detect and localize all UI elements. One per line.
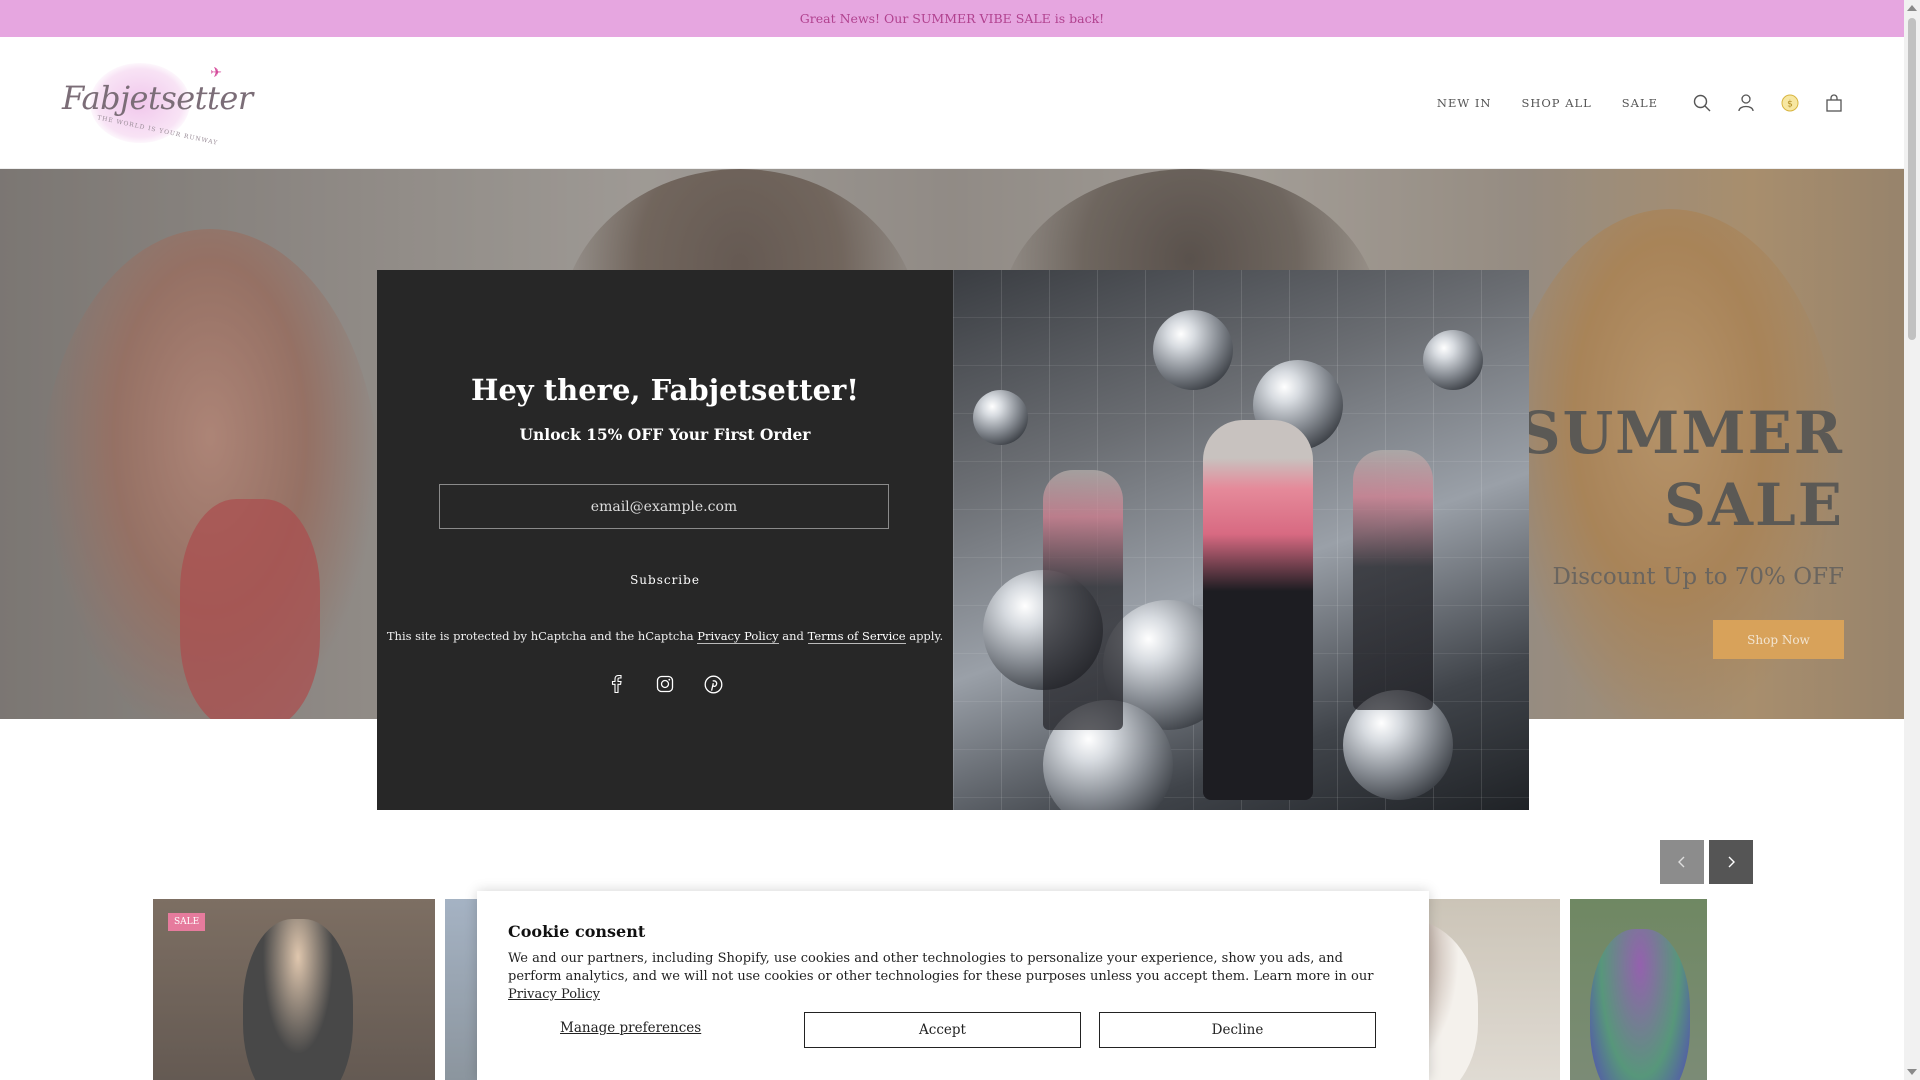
social-links — [377, 673, 953, 695]
page-scrollbar[interactable] — [1904, 0, 1920, 1080]
account-icon[interactable] — [1736, 93, 1756, 113]
announcement-bar: Great News! Our SUMMER VIBE SALE is back… — [0, 0, 1904, 37]
legal-suffix: apply. — [909, 629, 944, 643]
subscribe-button[interactable]: Subscribe — [577, 567, 753, 593]
mirror-reflection — [1043, 470, 1123, 730]
hero-subtitle: Discount Up to 70% OFF — [1552, 564, 1844, 590]
nav-link-new-in[interactable]: NEW IN — [1437, 96, 1492, 110]
disco-ball — [1423, 330, 1483, 390]
terms-of-service-link[interactable]: Terms of Service — [807, 629, 906, 644]
site-header: Fabjetsetter ✈ THE WORLD IS YOUR RUNWAY … — [0, 37, 1904, 169]
email-field[interactable] — [439, 484, 889, 529]
cookie-consent-banner: Cookie consent We and our partners, incl… — [477, 891, 1429, 1080]
decline-button[interactable]: Decline — [1099, 1012, 1376, 1048]
newsletter-popup: Hey there, Fabjetsetter! Unlock 15% OFF … — [377, 270, 1529, 810]
bag-icon[interactable] — [1824, 93, 1844, 113]
disco-ball — [973, 390, 1028, 445]
popup-content: Hey there, Fabjetsetter! Unlock 15% OFF … — [377, 270, 953, 810]
privacy-policy-link[interactable]: Privacy Policy — [697, 629, 779, 644]
captcha-legal-text: This site is protected by hCaptcha and t… — [377, 629, 953, 644]
accept-button[interactable]: Accept — [804, 1012, 1081, 1048]
cookie-privacy-link[interactable]: Privacy Policy — [508, 987, 600, 1002]
carousel-controls — [1660, 840, 1758, 884]
cookie-body: We and our partners, including Shopify, … — [508, 950, 1388, 1004]
scroll-up-arrow-icon[interactable] — [1907, 5, 1917, 11]
scroll-down-arrow-icon[interactable] — [1907, 1069, 1917, 1075]
popup-image — [953, 270, 1529, 810]
popup-model — [1203, 420, 1313, 800]
nav-link-sale[interactable]: SALE — [1622, 96, 1658, 110]
legal-and: and — [782, 629, 804, 643]
shop-now-button[interactable]: Shop Now — [1713, 620, 1844, 659]
nav-link-shop-all[interactable]: SHOP ALL — [1521, 96, 1591, 110]
search-icon[interactable] — [1692, 93, 1712, 113]
scrollbar-thumb[interactable] — [1908, 18, 1916, 340]
currency-icon[interactable]: $ — [1780, 93, 1800, 113]
logo[interactable]: Fabjetsetter ✈ THE WORLD IS YOUR RUNWAY — [62, 57, 253, 151]
instagram-icon[interactable] — [654, 673, 676, 695]
cookie-title: Cookie consent — [508, 922, 646, 941]
main-nav: NEW IN SHOP ALL SALE $ — [1407, 93, 1844, 113]
popup-heading: Hey there, Fabjetsetter! — [470, 373, 860, 407]
carousel-prev-button[interactable] — [1660, 840, 1704, 884]
manage-preferences-button[interactable]: Manage preferences — [560, 1020, 701, 1036]
facebook-icon[interactable] — [606, 673, 628, 695]
pinterest-icon[interactable] — [702, 673, 724, 695]
carousel-next-button[interactable] — [1709, 840, 1753, 884]
chevron-right-icon — [1728, 856, 1735, 868]
announcement-text[interactable]: Great News! Our SUMMER VIBE SALE is back… — [800, 11, 1104, 26]
svg-text:$: $ — [1787, 99, 1793, 109]
legal-prefix: This site is protected by hCaptcha and t… — [386, 629, 694, 643]
chevron-left-icon — [1678, 856, 1685, 868]
popup-subheading: Unlock 15% OFF Your First Order — [519, 425, 811, 444]
cookie-body-text: We and our partners, including Shopify, … — [508, 951, 1374, 984]
logo-wordmark: Fabjetsetter — [62, 79, 253, 117]
airplane-icon: ✈ — [210, 65, 222, 81]
disco-ball — [1153, 310, 1233, 390]
mirror-reflection — [1353, 450, 1433, 710]
